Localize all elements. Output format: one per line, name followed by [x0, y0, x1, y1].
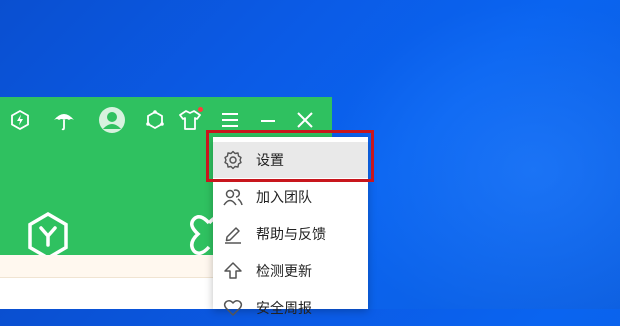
people-icon	[222, 186, 244, 208]
menu-item-security-report[interactable]: 安全周报	[213, 290, 368, 326]
menu-item-help-feedback[interactable]: 帮助与反馈	[213, 216, 368, 252]
hexagon-icon[interactable]	[142, 107, 168, 133]
menu-item-label: 安全周报	[256, 301, 312, 317]
menu-item-label: 帮助与反馈	[256, 227, 326, 243]
lightning-icon[interactable]	[7, 107, 33, 133]
highlight-box	[206, 130, 374, 182]
menu-item-check-update[interactable]: 检测更新	[213, 253, 368, 289]
menu-item-label: 加入团队	[256, 190, 312, 206]
up-arrow-icon	[222, 260, 244, 282]
avatar[interactable]	[97, 105, 127, 135]
menu-item-label: 检测更新	[256, 264, 312, 280]
heart-icon	[222, 297, 244, 319]
hexagon-y-icon	[28, 211, 68, 261]
pencil-icon	[222, 223, 244, 245]
umbrella-icon[interactable]	[51, 107, 77, 133]
notification-dot	[198, 107, 203, 112]
menu-item-join-team[interactable]: 加入团队	[213, 179, 368, 215]
